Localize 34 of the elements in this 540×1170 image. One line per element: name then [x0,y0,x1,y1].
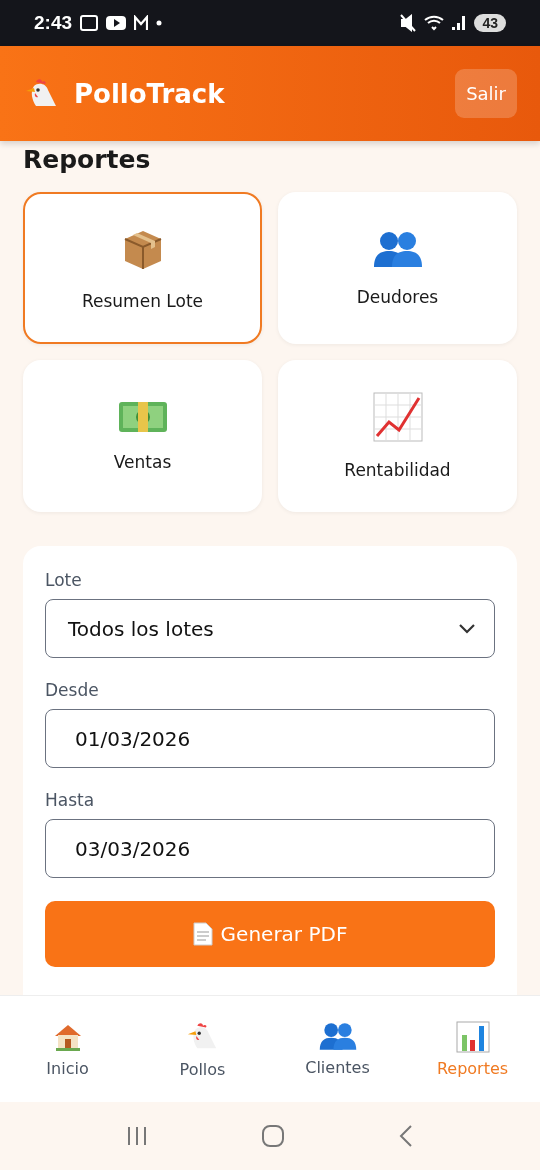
bar-chart-icon [455,1020,490,1053]
people-icon [318,1021,357,1052]
back-icon[interactable] [397,1124,414,1148]
field-label: Lote [45,570,83,590]
app-title: PolloTrack [74,78,225,109]
recent-apps-icon[interactable] [126,1125,149,1147]
nav-item[interactable]: Clientes [282,1020,393,1078]
chevron-down-icon [458,622,476,635]
report-card[interactable]: Resumen Lote [23,192,262,344]
nav-item[interactable]: Pollos [147,1018,258,1080]
page-title: Reportes [23,145,152,174]
signal-icon [452,15,467,31]
field-label: Desde [45,680,100,700]
report-card[interactable]: Rentabilidad [278,360,517,512]
dot-icon [156,20,163,26]
people-icon [372,229,423,269]
mute-icon [400,14,417,32]
date-field[interactable]: 01/03/2026 [45,709,495,768]
date-field[interactable]: 03/03/2026 [45,819,495,878]
battery-level: 43 [474,14,506,32]
lote-dropdown[interactable]: Todos los lotes [45,599,495,658]
play-icon [106,16,127,30]
document-icon [192,922,213,946]
report-card[interactable]: Ventas [23,360,262,512]
line-chart-icon [372,392,423,442]
home-icon[interactable] [261,1124,285,1148]
banknote-icon [117,400,168,434]
field-label: Hasta [45,790,96,810]
screenshot-icon [80,14,99,32]
report-card[interactable]: Deudores [278,192,517,344]
nav-item[interactable]: Inicio [12,1019,123,1079]
status-time: 2:43 [34,12,73,34]
mail-icon [134,15,149,31]
wifi-icon [424,15,445,31]
